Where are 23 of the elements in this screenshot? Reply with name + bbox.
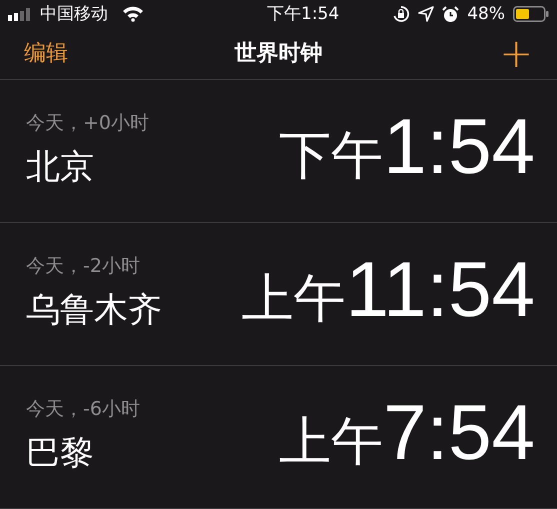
carrier-name: 中国移动 <box>40 2 108 26</box>
battery-percent: 48% <box>467 2 505 26</box>
battery-icon <box>512 6 549 22</box>
meridiem: 下午 <box>279 125 384 188</box>
add-button[interactable]: + <box>499 34 533 74</box>
city-name: 乌鲁木齐 <box>26 288 162 332</box>
clock-time: 1:54 <box>383 107 535 185</box>
city-name: 巴黎 <box>26 432 95 475</box>
alarm-clock-icon <box>442 6 460 23</box>
clock-time: 11:54 <box>346 250 535 328</box>
location-arrow-icon <box>418 6 434 22</box>
edit-button[interactable]: 编辑 <box>24 37 68 70</box>
city-name: 北京 <box>26 146 95 189</box>
time-offset: 今天，-6小时 <box>26 397 140 422</box>
rotation-lock-icon <box>392 5 410 24</box>
wifi-icon <box>122 6 144 22</box>
time-offset: 今天，+0小时 <box>26 111 150 136</box>
status-time: 下午1:54 <box>267 2 340 26</box>
meridiem: 上午 <box>279 411 384 474</box>
page-title: 世界时钟 <box>234 40 322 68</box>
time-offset: 今天，-2小时 <box>26 254 141 280</box>
clock-time: 7:54 <box>383 393 535 471</box>
meridiem: 上午 <box>242 268 346 331</box>
